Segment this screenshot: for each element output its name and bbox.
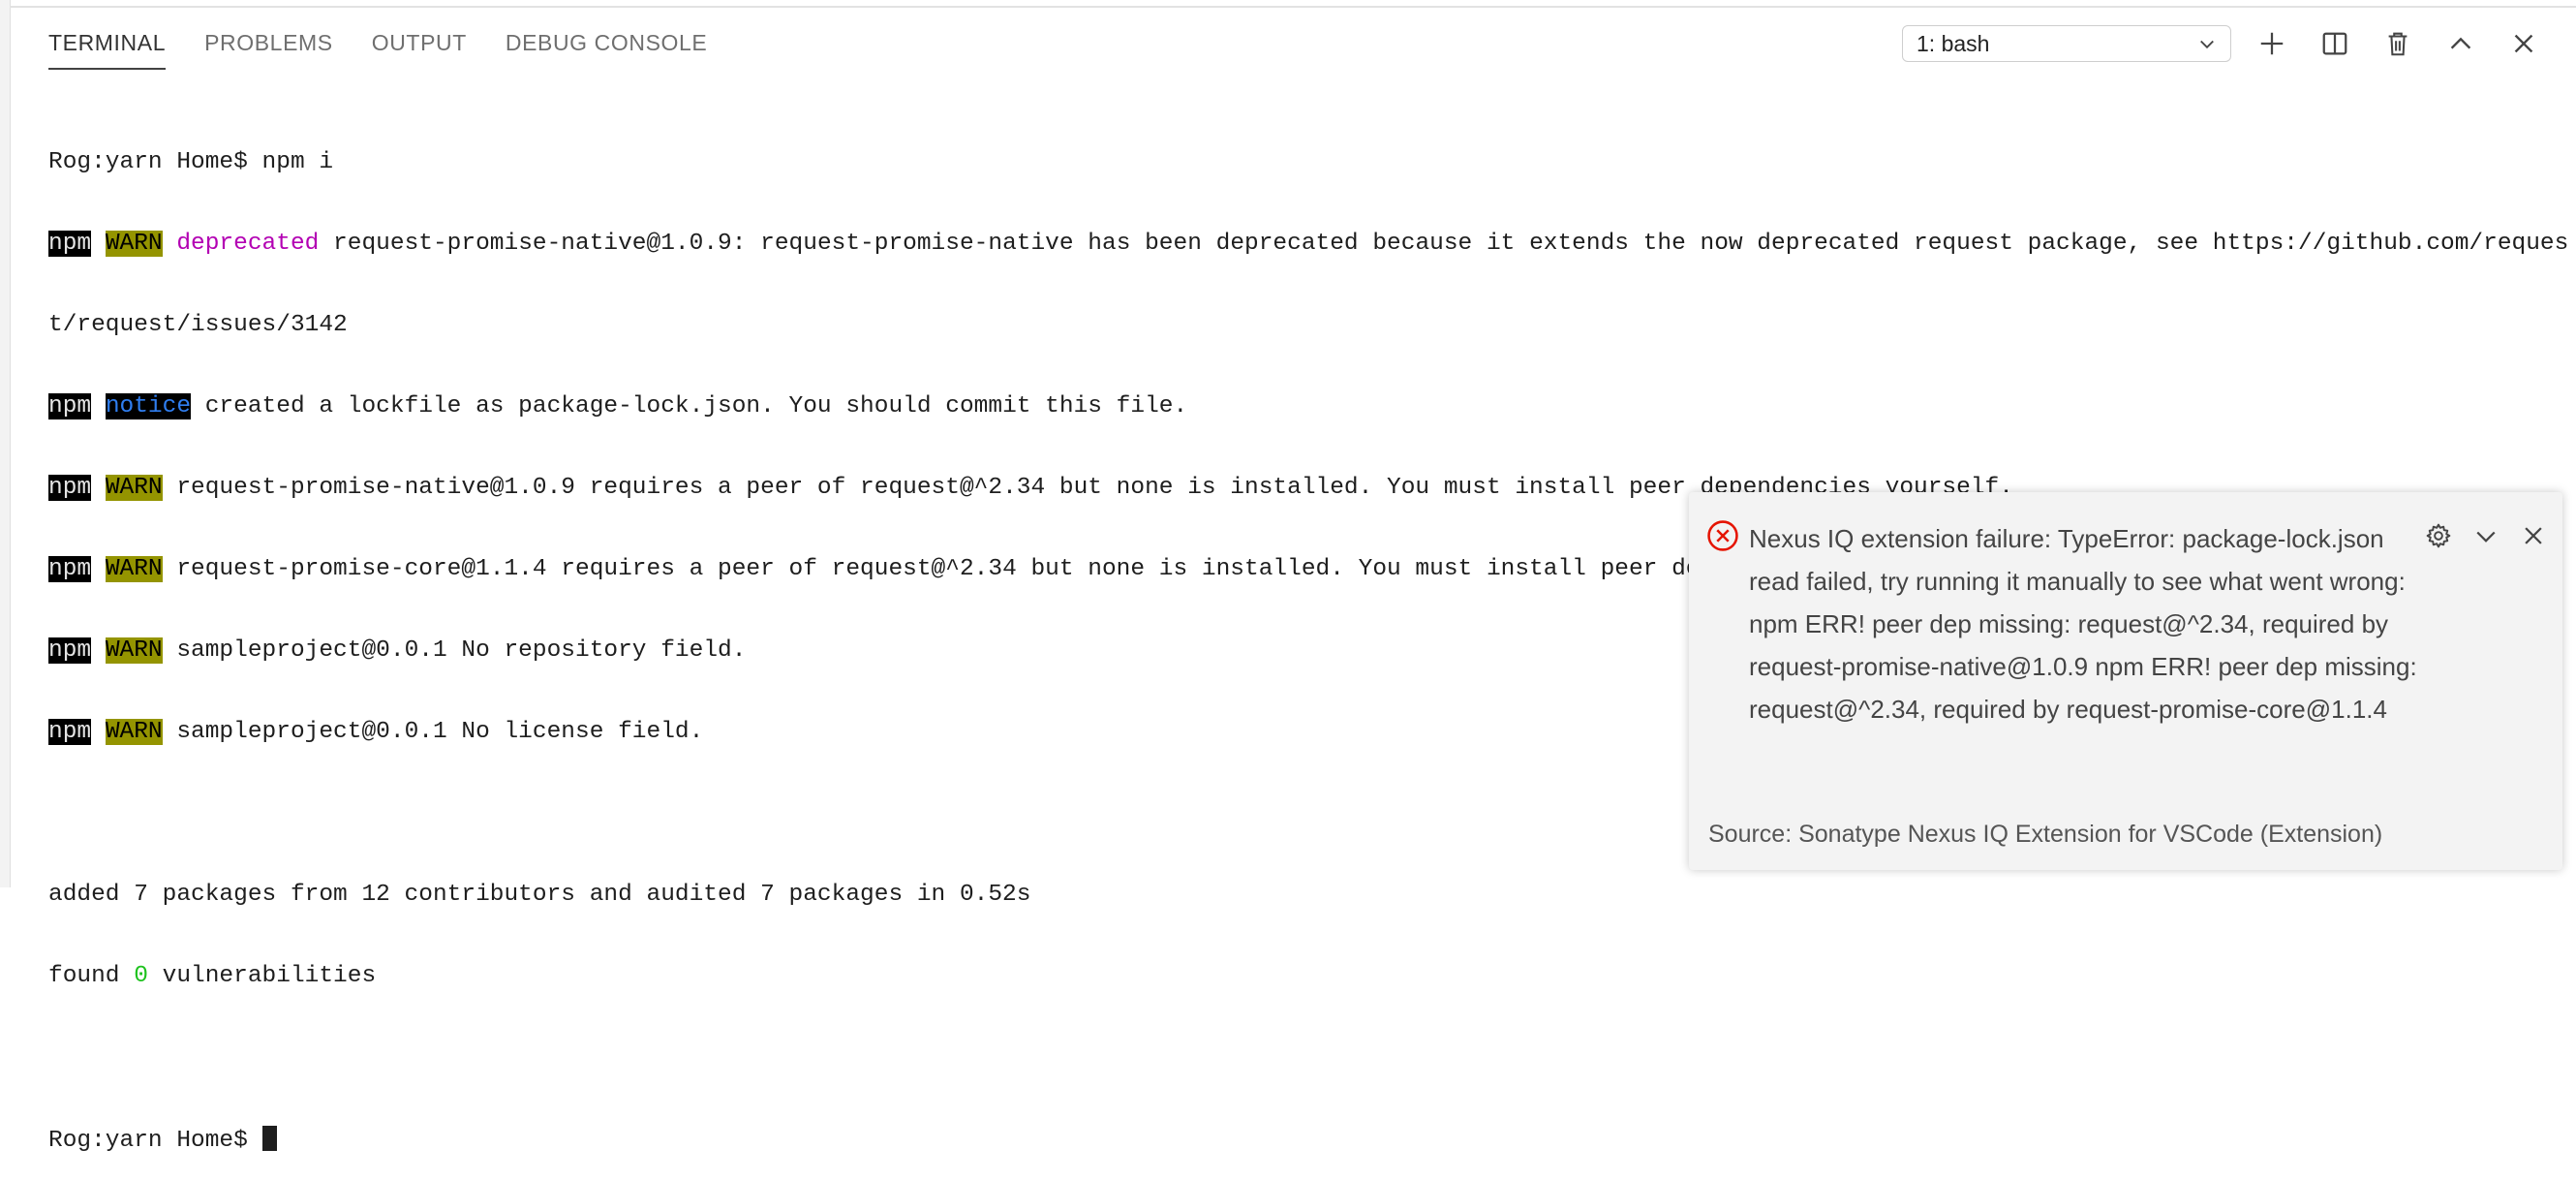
terminal-select-value: 1: bash	[1917, 30, 1990, 56]
split-icon	[2322, 32, 2347, 55]
activity-strip	[0, 0, 11, 887]
chevron-down-icon	[2475, 531, 2496, 543]
terminal-prompt-line: Rog:yarn Home$	[48, 1126, 2528, 1154]
terminal-text: sampleproject@0.0.1 No repository field.	[162, 637, 747, 664]
tab-debug-console[interactable]: DEBUG CONSOLE	[506, 29, 707, 70]
terminal-line: t/request/issues/3142	[48, 312, 348, 338]
terminal-text: created a lockfile as package-lock.json.…	[191, 393, 1188, 419]
plus-icon	[2260, 32, 2284, 55]
error-icon	[1707, 520, 1738, 551]
gear-icon	[2426, 523, 2450, 547]
warn-badge: WARN	[105, 637, 163, 664]
tab-terminal[interactable]: TERMINAL	[48, 29, 167, 70]
notification-collapse-button[interactable]	[2469, 519, 2501, 551]
chevron-up-icon	[2450, 37, 2471, 49]
terminal-prompt: Rog:yarn Home$	[48, 1128, 262, 1154]
deprecated-label: deprecated	[176, 231, 320, 257]
terminal-line: found 0 vulnerabilities	[48, 963, 2528, 990]
notification-settings-button[interactable]	[2422, 519, 2454, 551]
kill-terminal-button[interactable]	[2376, 21, 2420, 66]
notification-close-button[interactable]	[2517, 519, 2549, 551]
terminal-text: vulnerabilities	[147, 963, 377, 989]
trash-icon	[2388, 32, 2407, 56]
terminal-cursor	[261, 1126, 277, 1151]
chevron-down-icon	[2200, 40, 2214, 49]
warn-badge: WARN	[105, 475, 163, 501]
close-icon	[2514, 34, 2533, 53]
terminal-line: Rog:yarn Home$ npm i	[48, 149, 334, 175]
terminal-line: npm notice created a lockfile as package…	[48, 393, 2528, 420]
warn-badge: WARN	[105, 556, 163, 582]
tab-output[interactable]: OUTPUT	[372, 29, 467, 70]
terminal-text: sampleproject@0.0.1 No license field.	[162, 719, 704, 745]
npm-label: npm	[48, 475, 92, 501]
notice-badge: notice	[105, 393, 192, 419]
split-terminal-button[interactable]	[2313, 21, 2357, 66]
npm-label: npm	[48, 719, 92, 745]
warn-badge: WARN	[105, 231, 163, 257]
terminal-select[interactable]: 1: bash	[1902, 25, 2231, 62]
terminal-text: request-promise-native@1.0.9: request-pr…	[319, 231, 2569, 257]
notification-message: Nexus IQ extension failure: TypeError: p…	[1749, 524, 2417, 724]
close-panel-button[interactable]	[2501, 21, 2546, 66]
new-terminal-button[interactable]	[2250, 21, 2294, 66]
vulnerability-count: 0	[134, 963, 148, 989]
npm-label: npm	[48, 556, 92, 582]
npm-label: npm	[48, 637, 92, 664]
panel-top-border	[10, 6, 2576, 8]
error-notification: Nexus IQ extension failure: TypeError: p…	[1689, 492, 2562, 870]
close-icon	[2524, 526, 2542, 544]
terminal-line: added 7 packages from 12 contributors an…	[48, 882, 1031, 908]
terminal-line: npm WARN deprecated request-promise-nati…	[48, 231, 2568, 258]
warn-badge: WARN	[105, 719, 163, 745]
npm-label: npm	[48, 231, 92, 257]
notification-source: Source: Sonatype Nexus IQ Extension for …	[1708, 821, 2383, 848]
npm-label: npm	[48, 393, 92, 419]
panel-tabs: TERMINAL PROBLEMS OUTPUT DEBUG CONSOLE	[48, 29, 707, 70]
maximize-panel-button[interactable]	[2438, 21, 2483, 66]
terminal-text: found	[48, 963, 135, 989]
notification-actions	[2422, 519, 2549, 551]
terminal-toolbar: 1: bash	[1902, 21, 2546, 66]
tab-problems[interactable]: PROBLEMS	[204, 29, 333, 70]
